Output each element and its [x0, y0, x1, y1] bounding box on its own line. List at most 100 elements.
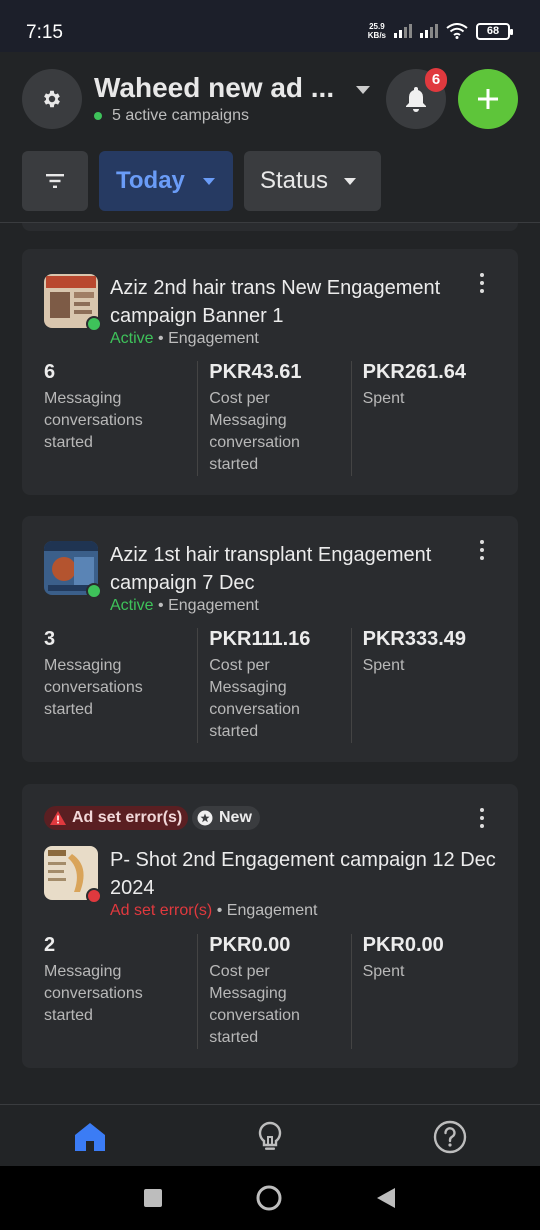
- error-pill-label: Ad set error(s): [72, 809, 183, 826]
- metric-spent: PKR0.00 Spent: [350, 934, 504, 1049]
- recents-icon: [144, 1189, 162, 1207]
- metric-label: Messaging conversations started: [44, 963, 143, 1024]
- campaign-objective: Engagement: [226, 902, 318, 919]
- nav-home[interactable]: [72, 1119, 108, 1155]
- star-badge-icon: [197, 810, 213, 826]
- campaign-name[interactable]: P- Shot 2nd Engagement campaign 12 Dec 2…: [110, 846, 500, 902]
- network-speed: 25.9 KB/s: [368, 22, 386, 40]
- plus-icon: [478, 89, 498, 109]
- metric-value: PKR0.00: [362, 934, 444, 956]
- recents-button[interactable]: [143, 1188, 163, 1213]
- home-circle-icon: [256, 1185, 282, 1211]
- metric-value: 2: [44, 934, 56, 956]
- active-dot-icon: [94, 112, 102, 120]
- metric-value: PKR261.64: [362, 361, 467, 383]
- warning-icon: [50, 811, 66, 825]
- settings-button[interactable]: [22, 69, 82, 129]
- metric-value: PKR111.16: [209, 628, 311, 650]
- nav-insights[interactable]: [252, 1119, 288, 1155]
- campaign-thumbnail: [44, 846, 102, 904]
- metric-label: Spent: [362, 963, 405, 980]
- metric-value: PKR0.00: [209, 934, 291, 956]
- bottom-nav: [0, 1104, 540, 1166]
- chevron-down-icon: [344, 177, 357, 185]
- metric-label: Cost per Messaging conversation started: [209, 963, 300, 1046]
- campaign-status: Active: [110, 330, 154, 347]
- metric-results: 3 Messaging conversations started: [44, 628, 197, 743]
- campaign-metrics: 2 Messaging conversations started PKR0.0…: [44, 934, 504, 1049]
- create-campaign-button[interactable]: [458, 69, 518, 129]
- metric-spent: PKR333.49 Spent: [350, 628, 504, 743]
- network-speed-value: 25.9: [369, 22, 385, 31]
- campaign-card[interactable]: Aziz 1st hair transplant Engagement camp…: [22, 516, 518, 762]
- help-icon: [433, 1120, 467, 1154]
- metric-cost-per-result: PKR0.00 Cost per Messaging conversation …: [197, 934, 350, 1049]
- new-pill: New: [192, 806, 260, 830]
- new-pill-label: New: [219, 809, 252, 826]
- campaign-card[interactable]: Aziz 2nd hair trans New Engagement campa…: [22, 249, 518, 495]
- notification-count-badge: 6: [425, 68, 447, 92]
- header: Waheed new ad ... 5 active campaigns 6 T…: [0, 52, 540, 222]
- signal-icon: [394, 24, 412, 38]
- network-speed-unit: KB/s: [367, 31, 386, 40]
- metric-label: Cost per Messaging conversation started: [209, 657, 300, 740]
- date-range-dropdown[interactable]: Today: [99, 151, 233, 211]
- active-status-indicator: [86, 583, 102, 599]
- system-home-button[interactable]: [256, 1185, 282, 1216]
- metric-label: Messaging conversations started: [44, 390, 143, 451]
- metric-label: Cost per Messaging conversation started: [209, 390, 300, 473]
- campaign-name[interactable]: Aziz 1st hair transplant Engagement camp…: [110, 541, 500, 597]
- back-button[interactable]: [375, 1187, 397, 1214]
- campaign-status: Ad set error(s): [110, 902, 213, 919]
- metric-cost-per-result: PKR43.61 Cost per Messaging conversation…: [197, 361, 350, 476]
- metric-label: Spent: [362, 657, 405, 674]
- campaign-meta: Active • Engagement: [110, 597, 259, 615]
- more-options-icon[interactable]: [470, 806, 494, 830]
- nav-help[interactable]: [432, 1119, 468, 1155]
- battery-icon: 68: [476, 22, 513, 40]
- chevron-down-icon[interactable]: [356, 86, 370, 94]
- campaign-thumbnail: [44, 274, 102, 332]
- filter-icon: [46, 174, 64, 188]
- system-nav-bar: [0, 1166, 540, 1230]
- status-filter-label: Status: [260, 167, 329, 194]
- meta-separator: •: [158, 597, 164, 614]
- metric-spent: PKR261.64 Spent: [350, 361, 504, 476]
- back-icon: [377, 1188, 395, 1208]
- status-dropdown[interactable]: Status: [244, 151, 381, 211]
- error-status-indicator: [86, 888, 102, 904]
- status-time: 7:15: [26, 22, 63, 43]
- account-name[interactable]: Waheed new ad ...: [94, 72, 334, 104]
- lightbulb-icon: [258, 1121, 282, 1150]
- active-campaigns-text: 5 active campaigns: [112, 107, 249, 124]
- campaign-objective: Engagement: [168, 330, 259, 347]
- metric-results: 2 Messaging conversations started: [44, 934, 197, 1049]
- previous-card-edge: [22, 223, 518, 231]
- campaign-objective: Engagement: [168, 597, 259, 614]
- campaign-metrics: 6 Messaging conversations started PKR43.…: [44, 361, 504, 476]
- home-icon: [75, 1123, 105, 1151]
- metric-value: 6: [44, 361, 56, 383]
- campaign-name[interactable]: Aziz 2nd hair trans New Engagement campa…: [110, 274, 500, 330]
- meta-separator: •: [216, 902, 223, 919]
- metric-label: Messaging conversations started: [44, 657, 143, 718]
- active-status-indicator: [86, 316, 102, 332]
- campaign-thumbnail: [44, 541, 102, 599]
- campaign-meta: Ad set error(s) • Engagement: [110, 902, 318, 920]
- chevron-down-icon: [202, 177, 215, 185]
- status-icons: 25.9 KB/s 68: [368, 22, 513, 40]
- campaign-card[interactable]: Ad set error(s) New P- Shot 2nd Engageme…: [22, 784, 518, 1068]
- campaign-status: Active: [110, 597, 154, 614]
- metric-cost-per-result: PKR111.16 Cost per Messaging conversatio…: [197, 628, 350, 743]
- date-range-label: Today: [116, 167, 185, 194]
- wifi-icon: [446, 23, 468, 39]
- campaign-metrics: 3 Messaging conversations started PKR111…: [44, 628, 504, 743]
- status-bar: 7:15 25.9 KB/s 68: [0, 0, 540, 52]
- bell-icon: [406, 87, 426, 112]
- meta-separator: •: [158, 330, 164, 347]
- filter-button[interactable]: [22, 151, 88, 211]
- metric-label: Spent: [362, 390, 405, 407]
- campaign-meta: Active • Engagement: [110, 330, 259, 348]
- campaign-list[interactable]: Aziz 2nd hair trans New Engagement campa…: [0, 223, 540, 1104]
- metric-results: 6 Messaging conversations started: [44, 361, 197, 476]
